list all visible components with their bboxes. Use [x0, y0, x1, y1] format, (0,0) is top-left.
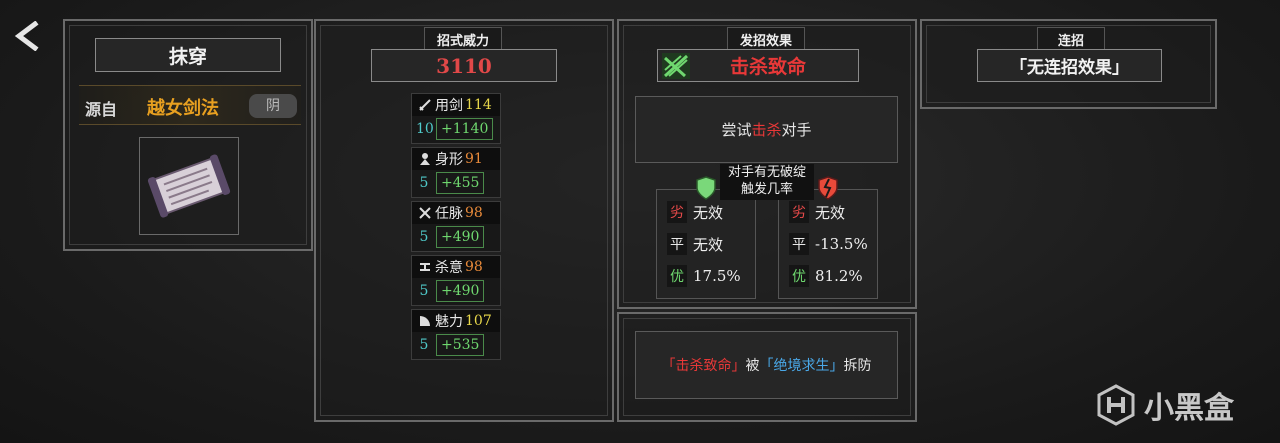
stat-killing-intent: 杀意 98 5 +490 [411, 255, 501, 306]
stat-name: 杀意 [435, 260, 463, 276]
desc-highlight: 击杀 [751, 121, 782, 139]
stat-bonus: +490 [436, 226, 485, 248]
stat-bonus: +490 [436, 280, 485, 302]
stat-name: 用剑 [435, 98, 463, 114]
trigger-label: 对手有无破绽 触发几率 [720, 164, 814, 200]
stat-level: 5 [419, 175, 429, 191]
rate-value: 无效 [693, 235, 724, 254]
stat-bonus: +535 [436, 334, 485, 356]
rate-key: 优 [667, 265, 687, 287]
stat-name: 身形 [435, 152, 463, 168]
rate-value: 17.5% [693, 267, 741, 285]
desc-post: 对手 [781, 121, 812, 139]
rate-value: 无效 [815, 203, 846, 222]
stat-body: 身形 91 5 +455 [411, 147, 501, 198]
slash-effect-icon [662, 53, 690, 79]
stat-name: 魅力 [435, 314, 463, 330]
power-value: 3110 [371, 49, 557, 82]
rate-value: -13.5% [815, 235, 868, 253]
meridian-icon [419, 207, 431, 219]
rate-row-bad: 劣 无效 [789, 201, 845, 223]
shield-icon [696, 176, 716, 200]
counter-box: 「击杀致命」 被 「绝境求生」 拆防 [635, 331, 898, 399]
stat-meridian: 任脉 98 5 +490 [411, 201, 501, 252]
stat-value: 98 [465, 259, 483, 275]
rate-value: 无效 [693, 203, 724, 222]
stat-value: 107 [465, 313, 492, 329]
stat-value: 114 [465, 97, 492, 113]
chevron-left-icon [14, 21, 39, 51]
rate-box-has-flaw: 劣 无效 平 -13.5% 优 81.2% [778, 189, 878, 299]
rate-key: 平 [789, 233, 809, 255]
counter-post: 拆防 [843, 358, 872, 374]
back-button[interactable] [10, 18, 44, 54]
stat-level: 5 [419, 283, 429, 299]
watermark: 小黑盒 [1096, 382, 1234, 428]
scroll-icon [147, 154, 231, 218]
rate-row-good: 优 81.2% [789, 265, 863, 287]
sword-icon [419, 99, 431, 111]
rate-value: 81.2% [815, 267, 863, 285]
skill-scroll-frame [139, 137, 239, 235]
fan-icon [420, 316, 430, 326]
watermark-text: 小黑盒 [1144, 391, 1234, 426]
stat-bonus: +455 [436, 172, 485, 194]
desc-pre: 尝试 [721, 121, 752, 139]
source-name: 越女剑法 [147, 98, 219, 119]
rate-key: 劣 [789, 201, 809, 223]
effect-description-box: 尝试 击杀 对手 [635, 96, 898, 163]
counter-highlight: 「绝境求生」 [759, 358, 844, 374]
stat-charm: 魅力 107 5 +535 [411, 309, 501, 360]
rate-key: 平 [667, 233, 687, 255]
stat-bonus: +1140 [436, 118, 494, 140]
killing-intent-icon [420, 263, 430, 271]
skill-name: 抹穿 [95, 38, 281, 72]
trigger-label-line2: 触发几率 [740, 182, 793, 197]
effect-name-box: 击杀致命 [657, 49, 859, 82]
skill-info-panel: 抹穿 源自 越女剑法 阴 [63, 19, 313, 251]
stat-level: 10 [416, 121, 434, 137]
rate-key: 优 [789, 265, 809, 287]
stat-sword: 用剑 114 10 +1140 [411, 93, 501, 144]
stat-value: 98 [465, 205, 483, 221]
rate-row-even: 平 -13.5% [789, 233, 868, 255]
effect-name: 击杀致命 [729, 56, 806, 78]
counter-pre: 「击杀致命」 [661, 358, 746, 374]
rate-row-even: 平 无效 [667, 233, 723, 255]
trigger-label-line1: 对手有无破绽 [727, 165, 806, 180]
rate-row-bad: 劣 无效 [667, 201, 723, 223]
rate-key: 劣 [667, 201, 687, 223]
counter-mid: 被 [745, 358, 760, 374]
source-label: 源自 [85, 100, 118, 119]
stat-value: 91 [465, 151, 483, 167]
stat-name: 任脉 [435, 206, 463, 222]
yin-tag-badge: 阴 [249, 94, 297, 118]
stat-level: 5 [419, 229, 429, 245]
heybox-logo-icon [1097, 384, 1135, 426]
body-icon [420, 153, 430, 165]
broken-shield-icon [818, 176, 838, 200]
rate-box-no-flaw: 劣 无效 平 无效 优 17.5% [656, 189, 756, 299]
rate-row-good: 优 17.5% [667, 265, 741, 287]
stat-level: 5 [419, 337, 429, 353]
combo-value: 「无连招效果」 [977, 49, 1162, 82]
source-row: 源自 越女剑法 阴 [79, 85, 301, 125]
